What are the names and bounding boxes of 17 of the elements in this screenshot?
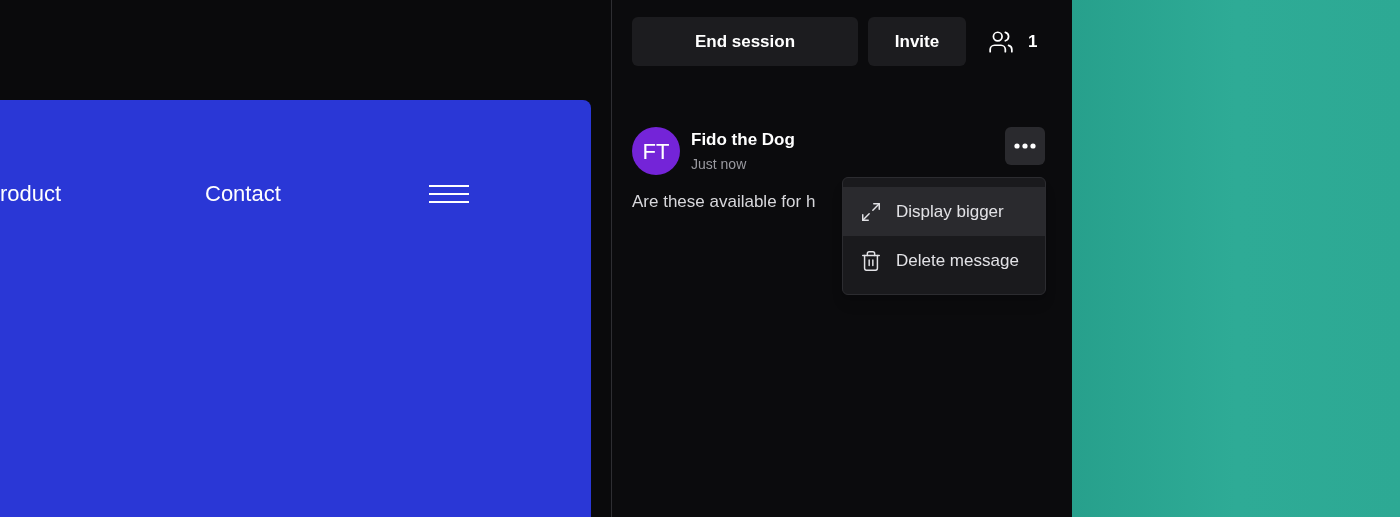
- participant-count: 1: [1028, 30, 1038, 53]
- invite-button[interactable]: Invite: [868, 17, 966, 66]
- nav-link[interactable]: Contact: [205, 180, 429, 208]
- avatar: FT: [632, 127, 680, 175]
- more-icon: [1014, 143, 1036, 149]
- participants-icon[interactable]: [988, 28, 1014, 55]
- end-session-button[interactable]: End session: [632, 17, 858, 66]
- more-button[interactable]: [1005, 127, 1045, 165]
- message-text: Are these available for h: [632, 192, 816, 211]
- author-name: Fido the Dog: [691, 129, 795, 151]
- menu-item[interactable]: Delete message: [843, 236, 1045, 285]
- menu-item[interactable]: Display bigger: [843, 187, 1045, 236]
- menu-icon[interactable]: [429, 185, 469, 203]
- trash-icon: [860, 249, 882, 272]
- expand-icon: [860, 200, 882, 223]
- message-time: Just now: [691, 155, 748, 174]
- nav-link[interactable]: roduct: [0, 180, 205, 208]
